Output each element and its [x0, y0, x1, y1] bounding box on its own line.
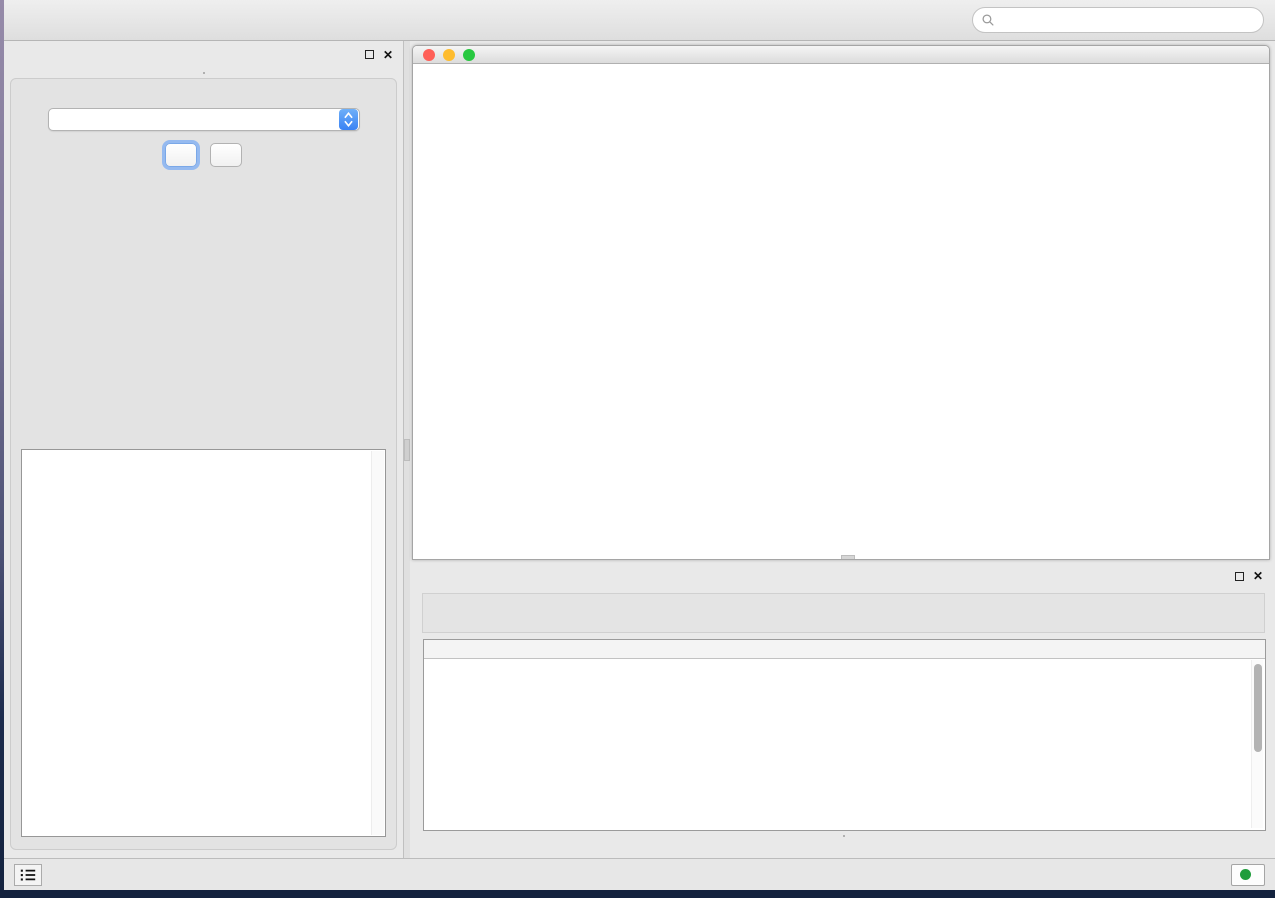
search-input[interactable]: [1000, 10, 1255, 30]
toolbar-icons: [10, 0, 972, 40]
horizontal-splitter-handle[interactable]: [841, 555, 855, 560]
table-tabs: [412, 835, 1275, 837]
mcds-result-scrollbar[interactable]: [371, 451, 384, 835]
dropdown-stepper-icon: [339, 109, 358, 130]
mcds-result-list: [23, 451, 371, 835]
maximize-window-icon[interactable]: [463, 49, 475, 61]
node-table: [423, 639, 1266, 831]
list-icon: [20, 868, 36, 882]
float-table-panel-icon[interactable]: [1235, 572, 1244, 581]
network-canvas[interactable]: [413, 64, 1269, 559]
desktop: { "window": { "network_title": "YPA_prun…: [0, 0, 1275, 898]
search-field[interactable]: [972, 7, 1264, 33]
mcds-panel: [10, 78, 397, 850]
close-table-panel-icon[interactable]: ✕: [1253, 571, 1263, 581]
node-table-header: [424, 640, 1265, 659]
network-window-titlebar[interactable]: [413, 46, 1269, 64]
network-graph[interactable]: [413, 64, 1269, 559]
close-panel-button[interactable]: [210, 143, 242, 167]
network-view-window: [412, 45, 1270, 560]
status-bar: [4, 858, 1275, 890]
task-history-button[interactable]: [14, 864, 42, 886]
run-mcds-button[interactable]: [165, 143, 197, 167]
control-panel: ✕: [4, 41, 404, 858]
right-column: ✕: [410, 41, 1275, 858]
memory-status-icon: [1240, 869, 1251, 880]
close-panel-icon[interactable]: ✕: [383, 50, 393, 60]
table-toolbar: [422, 593, 1265, 633]
search-icon: [981, 13, 995, 27]
close-window-icon[interactable]: [423, 49, 435, 61]
minimize-window-icon[interactable]: [443, 49, 455, 61]
main-area: ✕: [4, 41, 1275, 858]
table-scrollbar-thumb[interactable]: [1254, 664, 1262, 752]
table-tab-group: [843, 835, 845, 837]
criterion-dropdown[interactable]: [48, 108, 360, 131]
control-panel-tabs: [4, 72, 403, 74]
table-panel: ✕: [412, 563, 1275, 858]
memory-button[interactable]: [1231, 864, 1265, 886]
cytoscape-window: ✕: [4, 0, 1275, 890]
tab-group: [203, 72, 205, 74]
control-panel-header: ✕: [4, 41, 403, 68]
main-toolbar: [4, 0, 1275, 41]
mcds-result-group: [21, 449, 386, 837]
table-scrollbar[interactable]: [1251, 660, 1263, 828]
float-panel-icon[interactable]: [365, 50, 374, 59]
